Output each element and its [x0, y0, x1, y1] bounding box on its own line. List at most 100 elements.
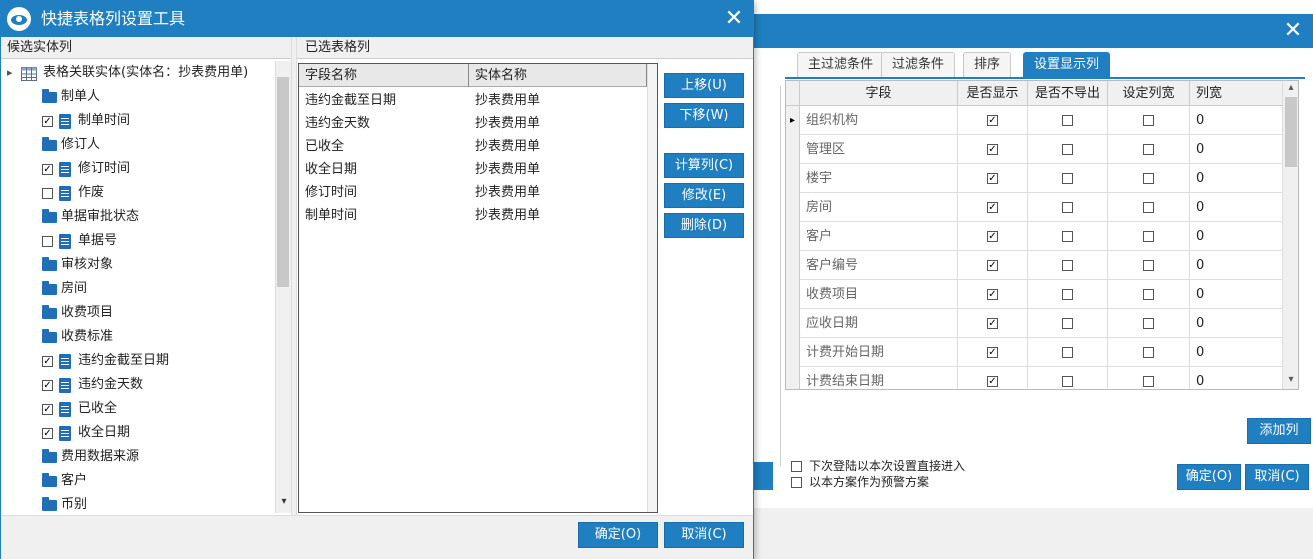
- grid-no-export-checkbox[interactable]: [1062, 318, 1073, 329]
- grid-cell-width[interactable]: 0: [1190, 367, 1284, 389]
- grid-show-checkbox[interactable]: ✓: [987, 260, 998, 271]
- back-ok-button[interactable]: 确定(O): [1177, 464, 1241, 490]
- grid-no-export-checkbox[interactable]: [1062, 173, 1073, 184]
- tree-item-field[interactable]: ✓ 已收全: [1, 397, 275, 421]
- grid-set-width-checkbox[interactable]: [1143, 202, 1154, 213]
- grid-cell-field[interactable]: 房间: [800, 193, 958, 222]
- direct-enter-checkbox[interactable]: [791, 461, 802, 472]
- field-checkbox[interactable]: ✓: [42, 356, 53, 367]
- grid-no-export-checkbox[interactable]: [1062, 144, 1073, 155]
- delete-button[interactable]: 删除(D): [664, 213, 744, 238]
- move-down-button[interactable]: 下移(W): [664, 103, 744, 128]
- grid-set-width-checkbox[interactable]: [1143, 376, 1154, 387]
- list-item[interactable]: 制单时间 抄表费用单: [299, 204, 647, 227]
- field-checkbox[interactable]: ✓: [42, 428, 53, 439]
- expand-icon[interactable]: ▸: [7, 61, 13, 85]
- list-item[interactable]: 修订时间 抄表费用单: [299, 181, 647, 204]
- grid-cell-width[interactable]: 0: [1190, 280, 1284, 309]
- field-checkbox[interactable]: [42, 188, 53, 199]
- grid-cell-width[interactable]: 0: [1190, 309, 1284, 338]
- tree-item-folder[interactable]: 制单人: [1, 85, 275, 109]
- grid-cell-width[interactable]: 0: [1190, 193, 1284, 222]
- field-checkbox[interactable]: [42, 236, 53, 247]
- grid-show-checkbox[interactable]: ✓: [987, 376, 998, 387]
- grid-cell-field[interactable]: 计费结束日期: [800, 367, 958, 389]
- grid-cell-field[interactable]: 计费开始日期: [800, 338, 958, 367]
- table-row[interactable]: 收费项目 ✓ 0: [786, 280, 1296, 309]
- grid-cell-field[interactable]: 应收日期: [800, 309, 958, 338]
- tree-item-folder[interactable]: 收费项目: [1, 301, 275, 325]
- table-row[interactable]: 客户 ✓ 0: [786, 222, 1296, 251]
- grid-set-width-checkbox[interactable]: [1143, 231, 1154, 242]
- list-item[interactable]: 违约金天数 抄表费用单: [299, 112, 647, 135]
- tree-scroll-down-icon[interactable]: ▾: [278, 495, 290, 509]
- grid-set-width-checkbox[interactable]: [1143, 173, 1154, 184]
- grid-cell-field[interactable]: 客户: [800, 222, 958, 251]
- calc-column-button[interactable]: 计算列(C): [664, 153, 744, 178]
- tree-item-folder[interactable]: 房间: [1, 277, 275, 301]
- field-checkbox[interactable]: ✓: [42, 116, 53, 127]
- table-row[interactable]: 管理区 ✓ 0: [786, 135, 1296, 164]
- table-row[interactable]: 计费结束日期 ✓ 0: [786, 367, 1296, 389]
- grid-scroll-thumb[interactable]: [1285, 97, 1297, 167]
- grid-cell-width[interactable]: 0: [1190, 251, 1284, 280]
- grid-set-width-checkbox[interactable]: [1143, 115, 1154, 126]
- grid-cell-width[interactable]: 0: [1190, 135, 1284, 164]
- list-item[interactable]: 收全日期 抄表费用单: [299, 158, 647, 181]
- grid-no-export-checkbox[interactable]: [1062, 231, 1073, 242]
- grid-cell-field[interactable]: 楼宇: [800, 164, 958, 193]
- grid-cell-width[interactable]: 0: [1190, 338, 1284, 367]
- tree-scroll-thumb[interactable]: [277, 77, 289, 287]
- grid-show-checkbox[interactable]: ✓: [987, 231, 998, 242]
- ok-button[interactable]: 确定(O): [578, 522, 658, 548]
- grid-set-width-checkbox[interactable]: [1143, 260, 1154, 271]
- table-row[interactable]: 应收日期 ✓ 0: [786, 309, 1296, 338]
- grid-scroll-up-icon[interactable]: ▴: [1285, 81, 1297, 95]
- tree-item-folder[interactable]: 审核对象: [1, 253, 275, 277]
- tree-item-field[interactable]: 作废: [1, 181, 275, 205]
- grid-cell-field[interactable]: 客户编号: [800, 251, 958, 280]
- tree-root[interactable]: ▸ 表格关联实体(实体名：抄表费用单): [1, 61, 275, 85]
- grid-cell-width[interactable]: 0: [1190, 106, 1284, 135]
- grid-no-export-checkbox[interactable]: [1062, 202, 1073, 213]
- field-checkbox[interactable]: ✓: [42, 164, 53, 175]
- table-row[interactable]: 计费开始日期 ✓ 0: [786, 338, 1296, 367]
- field-checkbox[interactable]: ✓: [42, 404, 53, 415]
- grid-no-export-checkbox[interactable]: [1062, 289, 1073, 300]
- grid-cell-field[interactable]: 管理区: [800, 135, 958, 164]
- field-checkbox[interactable]: ✓: [42, 380, 53, 391]
- grid-no-export-checkbox[interactable]: [1062, 115, 1073, 126]
- tree-item-folder[interactable]: 客户: [1, 469, 275, 493]
- grid-no-export-checkbox[interactable]: [1062, 347, 1073, 358]
- back-close-icon[interactable]: ✕: [1280, 18, 1306, 44]
- tree-item-field[interactable]: 单据号: [1, 229, 275, 253]
- grid-scrollbar[interactable]: ▴ ▾: [1282, 81, 1298, 389]
- tree-item-field[interactable]: ✓ 制单时间: [1, 109, 275, 133]
- tree-item-field[interactable]: ✓ 收全日期: [1, 421, 275, 445]
- grid-no-export-checkbox[interactable]: [1062, 260, 1073, 271]
- tree-item-folder[interactable]: 修订人: [1, 133, 275, 157]
- list-item[interactable]: 违约金截至日期 抄表费用单: [299, 89, 647, 112]
- tab-main-filter[interactable]: 主过滤条件: [797, 52, 885, 78]
- grid-scroll-down-icon[interactable]: ▾: [1285, 373, 1297, 387]
- cancel-button[interactable]: 取消(C): [664, 522, 744, 548]
- tree-item-field[interactable]: ✓ 修订时间: [1, 157, 275, 181]
- move-up-button[interactable]: 上移(U): [664, 73, 744, 98]
- back-cancel-button[interactable]: 取消(C): [1245, 464, 1309, 490]
- tab-sort[interactable]: 排序: [963, 52, 1012, 78]
- table-row[interactable]: 楼宇 ✓ 0: [786, 164, 1296, 193]
- grid-show-checkbox[interactable]: ✓: [987, 318, 998, 329]
- back-partial-button[interactable]: [753, 462, 773, 490]
- add-column-button[interactable]: 添加列: [1247, 418, 1311, 444]
- tree-item-folder[interactable]: 单据审批状态: [1, 205, 275, 229]
- grid-show-checkbox[interactable]: ✓: [987, 115, 998, 126]
- grid-show-checkbox[interactable]: ✓: [987, 347, 998, 358]
- grid-cell-field[interactable]: 收费项目: [800, 280, 958, 309]
- grid-show-checkbox[interactable]: ✓: [987, 289, 998, 300]
- panel-splitter[interactable]: [291, 37, 297, 515]
- grid-cell-width[interactable]: 0: [1190, 222, 1284, 251]
- grid-no-export-checkbox[interactable]: [1062, 376, 1073, 387]
- grid-set-width-checkbox[interactable]: [1143, 144, 1154, 155]
- grid-show-checkbox[interactable]: ✓: [987, 144, 998, 155]
- tree-item-folder[interactable]: 币别: [1, 493, 275, 513]
